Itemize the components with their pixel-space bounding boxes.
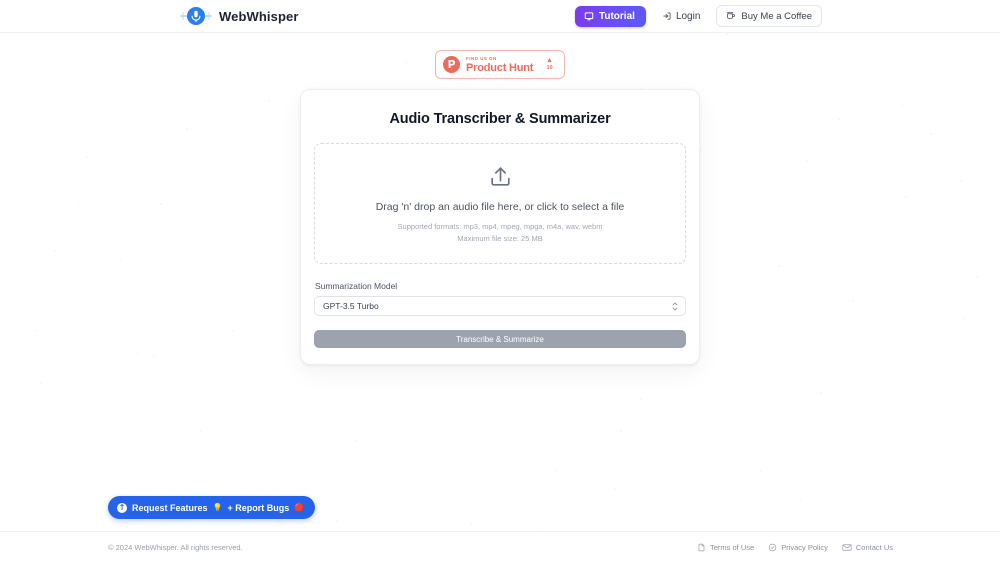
envelope-icon: [842, 543, 852, 552]
dropzone-formats-text: Supported formats: mp3, mp4, mpeg, mpga,…: [397, 222, 603, 231]
shield-check-icon: [768, 543, 777, 552]
info-circle-icon: ↑: [117, 502, 127, 513]
buy-me-a-coffee-button[interactable]: Buy Me a Coffee: [716, 5, 822, 27]
footer-links: Terms of Use Privacy Policy Contact Us: [697, 543, 893, 552]
upload-icon: [325, 164, 675, 189]
summarization-model-label: Summarization Model: [315, 281, 398, 291]
document-icon: [697, 543, 706, 552]
file-dropzone[interactable]: Drag 'n' drop an audio file here, or cli…: [314, 143, 686, 264]
product-hunt-votes: ▲ 10: [542, 57, 557, 72]
footer-link-label: Privacy Policy: [781, 543, 828, 552]
tutorial-button-label: Tutorial: [599, 10, 635, 22]
footer-link-label: Terms of Use: [710, 543, 755, 552]
product-hunt-text: FIND US ON Product Hunt: [466, 56, 542, 74]
login-button-label: Login: [675, 10, 701, 22]
page-title: Audio Transcriber & Summarizer: [389, 111, 611, 127]
buy-me-a-coffee-label: Buy Me a Coffee: [741, 10, 812, 22]
product-hunt-logo-icon: P: [443, 56, 460, 73]
dropzone-main-text: Drag 'n' drop an audio file here, or cli…: [375, 201, 625, 213]
product-hunt-vote-count: 10: [546, 65, 553, 71]
lightbulb-icon: 💡: [212, 503, 223, 512]
app-header: WebWhisper Tutorial Login Buy Me a Coffe…: [0, 0, 1000, 33]
summarization-model-select-wrap: GPT-3.5 Turbo: [314, 296, 686, 316]
dropzone-maxsize-text: Maximum file size: 25 MB: [457, 234, 543, 243]
brand-logo-link[interactable]: WebWhisper: [180, 5, 299, 27]
login-arrow-icon: [662, 11, 672, 21]
summarization-model-select[interactable]: GPT-3.5 Turbo: [314, 296, 686, 316]
transcribe-summarize-button[interactable]: Transcribe & Summarize: [314, 330, 686, 348]
feedback-button[interactable]: ↑ Request Features 💡 + Report Bugs 🔴: [108, 496, 316, 519]
monitor-icon: [584, 11, 594, 21]
header-actions: Tutorial Login Buy Me a Coffee: [575, 5, 822, 27]
report-bugs-label: + Report Bugs: [227, 502, 290, 513]
upvote-arrow-icon: ▲: [546, 57, 553, 64]
product-hunt-badge[interactable]: P FIND US ON Product Hunt ▲ 10: [435, 50, 565, 79]
brand-name: WebWhisper: [219, 8, 299, 24]
page-root: WebWhisper Tutorial Login Buy Me a Coffe…: [0, 0, 1000, 563]
microphone-circle-logo-icon: [180, 5, 212, 27]
page-footer: © 2024 WebWhisper. All rights reserved. …: [0, 531, 1000, 563]
footer-link-contact-us[interactable]: Contact Us: [842, 543, 893, 552]
copyright-text: © 2024 WebWhisper. All rights reserved.: [108, 543, 243, 552]
tutorial-button[interactable]: Tutorial: [575, 5, 646, 27]
footer-link-label: Contact Us: [855, 543, 893, 552]
product-hunt-title: Product Hunt: [466, 61, 534, 74]
coffee-cup-icon: [726, 11, 736, 21]
red-circle-icon: 🔴: [294, 503, 305, 512]
transcriber-card: Audio Transcriber & Summarizer Drag 'n' …: [300, 89, 700, 365]
footer-link-privacy-policy[interactable]: Privacy Policy: [768, 543, 828, 552]
login-button[interactable]: Login: [658, 7, 704, 26]
footer-link-terms-of-use[interactable]: Terms of Use: [697, 543, 754, 552]
request-features-label: Request Features: [132, 502, 208, 513]
